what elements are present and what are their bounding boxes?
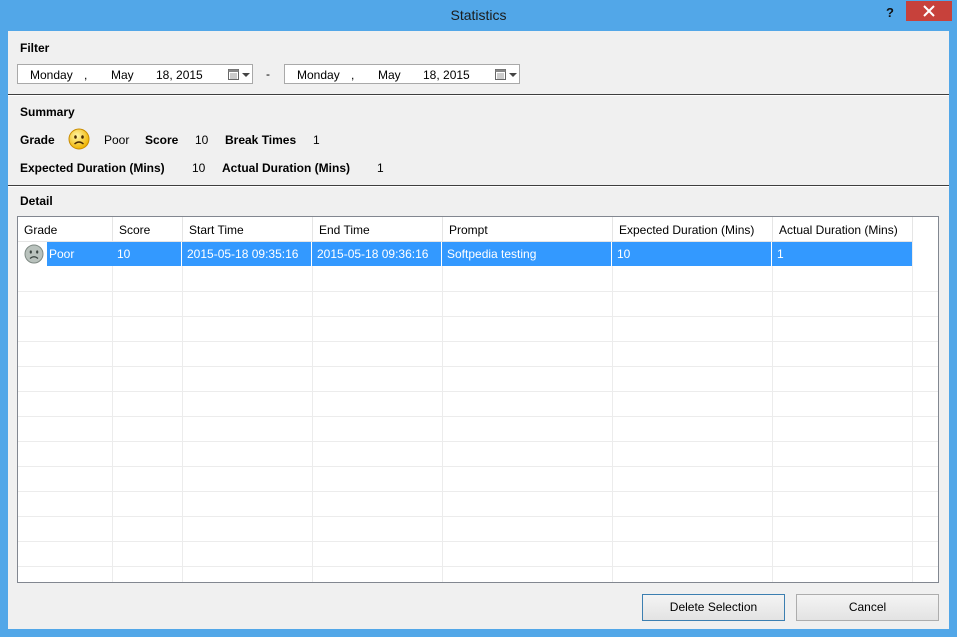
- calendar-icon: [495, 69, 506, 80]
- filter-heading: Filter: [20, 41, 50, 55]
- from-month: May: [111, 68, 134, 82]
- summary-break-label: Break Times: [225, 133, 297, 147]
- close-icon: [923, 5, 935, 17]
- cell-grade[interactable]: Poor: [18, 242, 112, 266]
- cancel-button[interactable]: Cancel: [796, 594, 939, 621]
- sad-face-icon: [24, 244, 44, 264]
- cell-start-time[interactable]: 2015-05-18 09:35:16: [182, 242, 312, 266]
- detail-heading: Detail: [20, 194, 53, 208]
- date-range-separator: -: [266, 67, 270, 81]
- summary-grade-label: Grade: [20, 133, 55, 147]
- grid-line: [18, 416, 938, 417]
- summary-expected-value: 10: [192, 161, 206, 175]
- divider: [8, 94, 949, 96]
- delete-selection-button[interactable]: Delete Selection: [642, 594, 785, 621]
- column-header-start-time[interactable]: Start Time: [183, 217, 313, 242]
- chevron-down-icon: [242, 73, 250, 77]
- detail-table[interactable]: Grade Score Start Time End Time Prompt E…: [17, 216, 939, 583]
- from-weekday: Monday: [30, 68, 73, 82]
- cell-actual-duration[interactable]: 1: [772, 242, 912, 266]
- column-header-end-time[interactable]: End Time: [313, 217, 443, 242]
- summary-score-label: Score: [145, 133, 179, 147]
- column-header-actual-duration[interactable]: Actual Duration (Mins): [773, 217, 913, 242]
- from-date-picker[interactable]: Monday , May 18, 2015: [17, 64, 253, 84]
- cell-grade-text: Poor: [49, 247, 75, 261]
- from-day-year: 18, 2015: [156, 68, 203, 82]
- column-header-grade[interactable]: Grade: [18, 217, 113, 242]
- to-weekday: Monday: [297, 68, 340, 82]
- grid-line: [18, 291, 938, 292]
- close-button[interactable]: [906, 1, 952, 21]
- summary-expected-label: Expected Duration (Mins): [20, 161, 165, 175]
- to-date-picker[interactable]: Monday , May 18, 2015: [284, 64, 520, 84]
- title-bar: Statistics ?: [0, 0, 957, 30]
- to-month: May: [378, 68, 401, 82]
- grid-line: [312, 242, 313, 582]
- grid-line: [18, 516, 938, 517]
- dialog-body: Filter Monday , May 18, 2015 - Monday , …: [8, 31, 949, 629]
- grid-line: [442, 242, 443, 582]
- grid-line: [18, 316, 938, 317]
- summary-actual-label: Actual Duration (Mins): [222, 161, 350, 175]
- to-day-year: 18, 2015: [423, 68, 470, 82]
- grid-line: [182, 242, 183, 582]
- grid-line: [912, 242, 913, 582]
- summary-actual-value: 1: [377, 161, 384, 175]
- sad-face-icon: [68, 128, 90, 150]
- column-header-score[interactable]: Score: [113, 217, 183, 242]
- divider: [8, 185, 949, 187]
- summary-heading: Summary: [20, 105, 75, 119]
- grid-line: [18, 491, 938, 492]
- chevron-down-icon: [509, 73, 517, 77]
- summary-score-value: 10: [195, 133, 209, 147]
- grid-line: [18, 341, 938, 342]
- grid-line: [18, 541, 938, 542]
- grid-line: [18, 391, 938, 392]
- help-button[interactable]: ?: [881, 4, 899, 22]
- column-header-prompt[interactable]: Prompt: [443, 217, 613, 242]
- cell-prompt[interactable]: Softpedia testing: [442, 242, 612, 266]
- column-header-expected-duration[interactable]: Expected Duration (Mins): [613, 217, 773, 242]
- to-sep: ,: [351, 68, 355, 82]
- window-title: Statistics: [450, 7, 507, 23]
- grid-line: [18, 441, 938, 442]
- from-sep: ,: [84, 68, 88, 82]
- grid-line: [612, 242, 613, 582]
- grid-line: [18, 366, 938, 367]
- cell-end-time[interactable]: 2015-05-18 09:36:16: [312, 242, 442, 266]
- cell-expected-duration[interactable]: 10: [612, 242, 772, 266]
- grid-line: [18, 466, 938, 467]
- grid-line: [18, 566, 938, 567]
- grid-line: [112, 242, 113, 582]
- table-row[interactable]: Poor 10 2015-05-18 09:35:16 2015-05-18 0…: [18, 242, 912, 266]
- grid-line: [772, 242, 773, 582]
- cell-score[interactable]: 10: [112, 242, 182, 266]
- summary-break-value: 1: [313, 133, 320, 147]
- calendar-icon: [228, 69, 239, 80]
- summary-grade-value: Poor: [104, 133, 130, 147]
